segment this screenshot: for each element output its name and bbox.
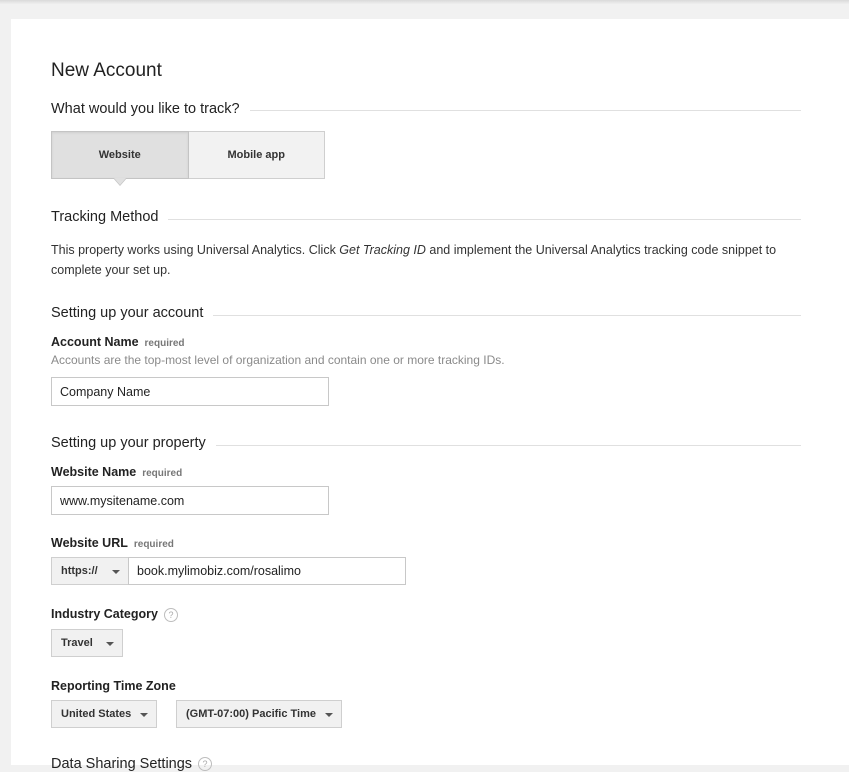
- protocol-dropdown[interactable]: https://: [51, 557, 129, 585]
- section-heading-tracking-method: Tracking Method: [51, 209, 169, 225]
- reporting-time-zone-label: Reporting Time Zone: [51, 679, 176, 693]
- required-marker: required: [144, 338, 185, 349]
- help-icon[interactable]: ?: [163, 607, 178, 622]
- account-name-input[interactable]: [51, 377, 329, 406]
- tracking-method-description: This property works using Universal Anal…: [51, 240, 811, 280]
- account-name-label-text: Account Name: [51, 335, 139, 349]
- required-marker: required: [142, 468, 183, 479]
- section-heading-track: What would you like to track?: [51, 101, 250, 117]
- section-heading-property: Setting up your property: [51, 435, 216, 451]
- protocol-value: https://: [61, 565, 98, 577]
- industry-category-label-text: Industry Category: [51, 607, 158, 621]
- account-name-help: Accounts are the top-most level of organ…: [51, 353, 505, 367]
- time-zone-value: (GMT-07:00) Pacific Time: [186, 708, 317, 720]
- website-url-input[interactable]: [128, 557, 406, 585]
- industry-category-dropdown[interactable]: Travel: [51, 629, 123, 657]
- help-icon[interactable]: ?: [198, 757, 213, 772]
- website-url-label: Website URL required: [51, 536, 174, 550]
- website-name-label: Website Name required: [51, 465, 182, 479]
- page-title: New Account: [51, 60, 162, 81]
- website-option-button[interactable]: Website: [51, 131, 189, 179]
- website-name-input[interactable]: [51, 486, 329, 515]
- top-bar-shadow: [0, 0, 849, 4]
- section-heading-data-sharing: Data Sharing Settings?: [51, 756, 213, 772]
- section-heading-account: Setting up your account: [51, 305, 214, 321]
- industry-category-value: Travel: [61, 637, 93, 649]
- chevron-down-icon: [140, 713, 148, 717]
- industry-category-label: Industry Category?: [51, 607, 178, 622]
- chevron-down-icon: [112, 570, 120, 574]
- mobile-app-option-button[interactable]: Mobile app: [188, 131, 325, 179]
- description-text-start: This property works using Universal Anal…: [51, 243, 340, 257]
- website-url-label-text: Website URL: [51, 536, 128, 550]
- account-name-label: Account Name required: [51, 335, 185, 349]
- get-tracking-id-emphasis: Get Tracking ID: [339, 243, 426, 257]
- required-marker: required: [133, 539, 174, 550]
- data-sharing-heading-text: Data Sharing Settings: [51, 756, 193, 772]
- chevron-down-icon: [325, 713, 333, 717]
- country-dropdown[interactable]: United States: [51, 700, 157, 728]
- track-type-selector: Website Mobile app: [51, 131, 325, 179]
- selected-pointer-fill: [114, 178, 126, 185]
- country-value: United States: [61, 708, 132, 720]
- time-zone-dropdown[interactable]: (GMT-07:00) Pacific Time: [176, 700, 342, 728]
- chevron-down-icon: [106, 642, 114, 646]
- website-name-label-text: Website Name: [51, 465, 137, 479]
